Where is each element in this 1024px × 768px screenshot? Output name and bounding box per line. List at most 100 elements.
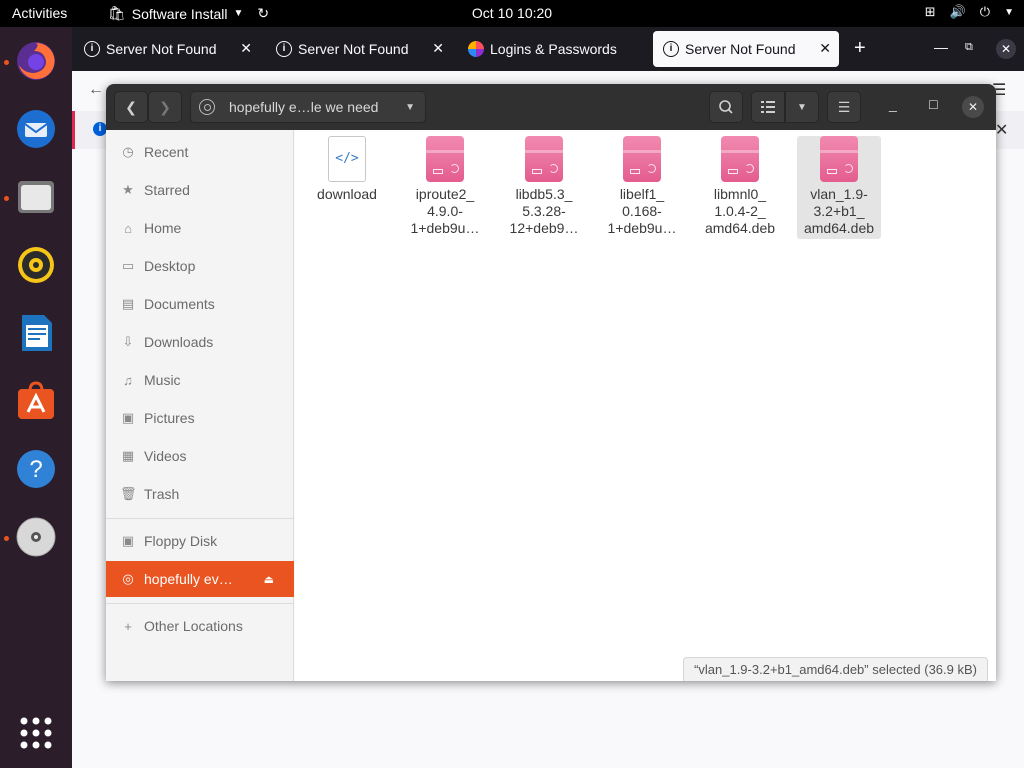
status-bar: “vlan_1.9-3.2+b1_amd64.deb” selected (36… — [683, 657, 988, 681]
tab-server-not-found-1[interactable]: i Server Not Found ✕ — [74, 31, 260, 67]
close-window-button[interactable]: ✕ — [996, 39, 1016, 59]
file-item-iproute2[interactable]: iproute2_ 4.9.0- 1+deb9u… — [403, 136, 487, 237]
clock[interactable]: Oct 10 10:20 — [0, 5, 1024, 21]
running-indicator — [4, 196, 9, 201]
sidebar-item-other-locations[interactable]: + Other Locations — [106, 608, 294, 644]
ubuntu-software-icon[interactable] — [12, 377, 60, 425]
sidebar-item-downloads[interactable]: ⇩ Downloads — [106, 324, 294, 360]
close-tab-icon[interactable]: ✕ — [240, 40, 252, 57]
show-apps-icon[interactable] — [12, 709, 60, 757]
hamburger-icon: ☰ — [837, 98, 851, 115]
sidebar-item-documents[interactable]: ▤ Documents — [106, 286, 294, 322]
tab-strip: i Server Not Found ✕ i Server Not Found … — [72, 27, 1024, 71]
pictures-icon: ▣ — [121, 410, 135, 425]
files-icon[interactable] — [12, 173, 60, 221]
close-infobar-icon[interactable]: ✕ — [995, 120, 1008, 140]
chevron-left-icon: ❮ — [125, 98, 137, 115]
sidebar-item-label: Starred — [144, 182, 190, 198]
firefox-icon[interactable] — [12, 37, 60, 85]
volume-icon[interactable]: 🔊 — [950, 4, 966, 20]
rhythmbox-icon[interactable] — [12, 241, 60, 289]
disc-icon — [199, 99, 215, 115]
file-name-line: libelf1_ — [619, 186, 665, 202]
sidebar-item-pictures[interactable]: ▣ Pictures — [106, 400, 294, 436]
tab-logins-passwords[interactable]: Logins & Passwords — [458, 31, 648, 67]
sidebar-item-label: Pictures — [144, 410, 195, 426]
deb-package-icon — [721, 136, 759, 182]
forward-button[interactable]: ❯ — [148, 91, 182, 123]
file-name-line: libmnl0_ — [713, 186, 767, 202]
network-icon[interactable]: ⊞ — [925, 4, 936, 20]
view-options-button[interactable]: ▼ — [785, 91, 819, 123]
svg-text:?: ? — [29, 456, 42, 483]
top-bar: Activities 🛍 Software Install ▼ ↻ Oct 10… — [0, 0, 1024, 27]
file-item-vlan[interactable]: vlan_1.9- 3.2+b1_ amd64.deb — [797, 136, 881, 239]
file-name-line: 5.3.28- — [522, 203, 566, 219]
sidebar-item-label: Documents — [144, 296, 215, 312]
libreoffice-writer-icon[interactable] — [12, 309, 60, 357]
file-item-download[interactable]: </> download — [305, 136, 389, 203]
desktop-icon: ▭ — [121, 258, 135, 273]
sidebar-item-label: Downloads — [144, 334, 214, 350]
file-name-line: 0.168- — [622, 203, 662, 219]
help-icon[interactable]: ? — [12, 445, 60, 493]
close-tab-icon[interactable]: ✕ — [819, 40, 831, 57]
sidebar-item-floppy-disk[interactable]: ▣ Floppy Disk — [106, 523, 294, 559]
chevron-down-icon[interactable]: ▼ — [405, 102, 415, 113]
view-list-button[interactable] — [751, 91, 785, 123]
cd-drive-icon[interactable] — [12, 513, 60, 561]
thunderbird-icon[interactable] — [12, 105, 60, 153]
menu-button[interactable]: ☰ — [827, 91, 861, 123]
sidebar-item-starred[interactable]: ★ Starred — [106, 172, 294, 208]
maximize-icon[interactable]: ⧉ — [965, 41, 973, 54]
minimize-icon[interactable]: — — [934, 39, 948, 55]
plus-icon: + — [124, 618, 132, 634]
minimize-icon[interactable]: _ — [889, 96, 897, 112]
file-name-line: libdb5.3_ — [515, 186, 573, 202]
path-label: hopefully e…le we need — [229, 99, 379, 115]
sidebar-item-disc[interactable]: ◎ hopefully ev… ⏏ — [106, 561, 294, 597]
sidebar-item-label: Videos — [144, 448, 187, 464]
deb-package-icon — [820, 136, 858, 182]
file-item-libelf1[interactable]: libelf1_ 0.168- 1+deb9u… — [600, 136, 684, 237]
sidebar-item-videos[interactable]: ▦ Videos — [106, 438, 294, 474]
sidebar-item-desktop[interactable]: ▭ Desktop — [106, 248, 294, 284]
power-icon[interactable]: ⏻ — [980, 4, 990, 20]
maximize-icon[interactable]: ☐ — [928, 98, 939, 112]
search-icon — [719, 100, 733, 114]
new-tab-button[interactable]: + — [854, 37, 866, 60]
file-item-libdb5[interactable]: libdb5.3_ 5.3.28- 12+deb9… — [502, 136, 586, 237]
deb-package-icon — [623, 136, 661, 182]
close-window-button[interactable]: ✕ — [962, 96, 984, 118]
path-bar[interactable]: hopefully e…le we need ▼ — [190, 91, 426, 123]
sidebar-item-music[interactable]: ♫ Music — [106, 362, 294, 398]
disc-icon: ◎ — [122, 571, 134, 586]
videos-icon: ▦ — [121, 448, 135, 463]
tab-label: Server Not Found — [106, 41, 217, 57]
back-icon[interactable]: ← — [88, 81, 104, 99]
tab-label: Server Not Found — [685, 41, 796, 57]
info-icon: i — [84, 41, 100, 57]
star-icon: ★ — [122, 182, 134, 197]
sidebar-item-home[interactable]: ⌂ Home — [106, 210, 294, 246]
system-tray[interactable]: ⊞ 🔊 ⏻ ▼ — [925, 4, 1014, 20]
downloads-icon: ⇩ — [122, 334, 134, 349]
info-icon: i — [663, 41, 679, 57]
file-item-libmnl0[interactable]: libmnl0_ 1.0.4-2_ amd64.deb — [698, 136, 782, 237]
tab-server-not-found-2[interactable]: i Server Not Found ✕ — [266, 31, 452, 67]
chevron-down-icon[interactable]: ▼ — [1004, 7, 1014, 18]
sidebar-item-trash[interactable]: 🗑 Trash — [106, 476, 294, 512]
deb-package-icon — [525, 136, 563, 182]
close-tab-icon[interactable]: ✕ — [432, 40, 444, 57]
sidebar-item-label: Home — [144, 220, 182, 236]
back-button[interactable]: ❮ — [114, 91, 148, 123]
search-button[interactable] — [709, 91, 743, 123]
eject-icon[interactable]: ⏏ — [264, 573, 274, 586]
home-icon: ⌂ — [124, 220, 132, 236]
tab-server-not-found-active[interactable]: i Server Not Found ✕ — [653, 31, 839, 67]
clock-icon: ◷ — [122, 144, 134, 159]
running-indicator — [4, 536, 9, 541]
file-name-line: amd64.deb — [803, 220, 875, 236]
sidebar-item-recent[interactable]: ◷ Recent — [106, 134, 294, 170]
chevron-down-icon: ▼ — [797, 101, 807, 113]
